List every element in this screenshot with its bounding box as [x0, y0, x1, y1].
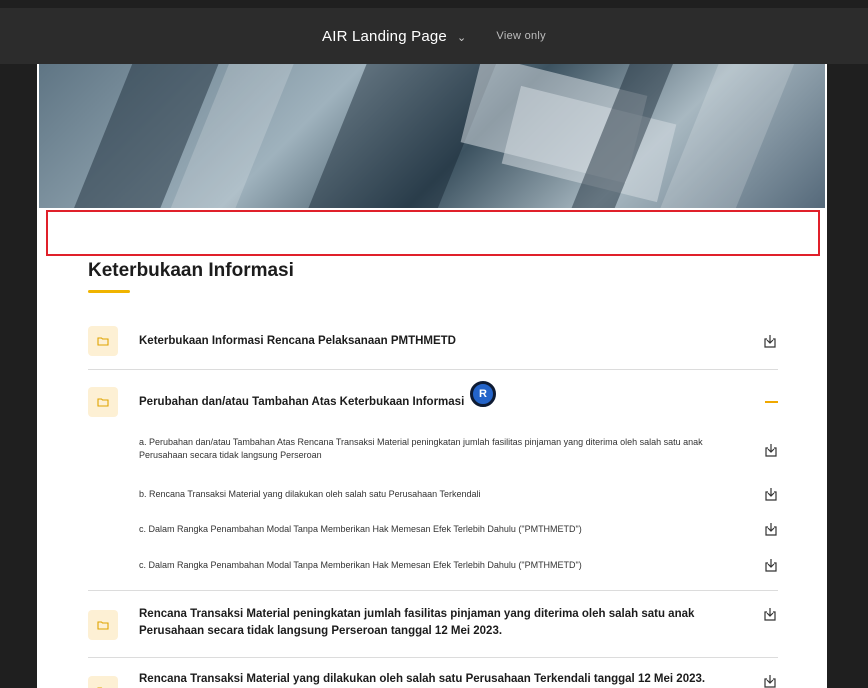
folder-icon: [88, 387, 118, 417]
folder-icon: [88, 676, 118, 688]
sub-item-label: c. Dalam Rangka Penambahan Modal Tanpa M…: [139, 524, 582, 534]
list-item-label: Perubahan dan/atau Tambahan Atas Keterbu…: [139, 396, 465, 408]
folder-icon: [88, 326, 118, 356]
download-icon[interactable]: [762, 606, 778, 622]
document-title-menu[interactable]: AIR Landing Page ⌄: [322, 28, 466, 45]
sub-item-label: b. Rencana Transaksi Material yang dilak…: [139, 489, 481, 499]
download-icon[interactable]: [762, 333, 778, 349]
sub-item-label: a. Perubahan dan/atau Tambahan Atas Renc…: [139, 437, 703, 460]
list-item-label: Rencana Transaksi Material yang dilakuka…: [139, 673, 706, 685]
section-title: Keterbukaan Informasi: [88, 260, 294, 281]
sub-item[interactable]: b. Rencana Transaksi Material yang dilak…: [139, 488, 779, 501]
document-title: AIR Landing Page: [322, 27, 447, 45]
hero-image: [39, 64, 825, 208]
sub-item[interactable]: c. Dalam Rangka Penambahan Modal Tanpa M…: [139, 559, 779, 572]
download-icon[interactable]: [763, 442, 779, 458]
folder-icon: [88, 610, 118, 640]
download-icon[interactable]: [763, 557, 779, 573]
selection-highlight: [46, 210, 820, 256]
divider: [88, 369, 778, 370]
chevron-down-icon[interactable]: ⌄: [457, 31, 466, 44]
list-item-expanded[interactable]: Perubahan dan/atau Tambahan Atas Keterbu…: [88, 387, 778, 417]
collapse-icon[interactable]: [765, 394, 778, 403]
view-mode-label: View only: [496, 30, 546, 42]
top-bar: AIR Landing Page ⌄ View only: [0, 8, 868, 64]
divider: [88, 590, 778, 591]
download-icon[interactable]: [763, 521, 779, 537]
sub-item[interactable]: c. Dalam Rangka Penambahan Modal Tanpa M…: [139, 523, 779, 536]
download-icon[interactable]: [762, 673, 778, 688]
sub-item[interactable]: a. Perubahan dan/atau Tambahan Atas Renc…: [139, 436, 779, 462]
download-icon[interactable]: [763, 486, 779, 502]
collaborator-cursor: R: [470, 381, 496, 407]
list-item-label: Rencana Transaksi Material peningkatan j…: [139, 608, 695, 637]
list-item[interactable]: Keterbukaan Informasi Rencana Pelaksanaa…: [88, 326, 778, 356]
list-item[interactable]: Rencana Transaksi Material peningkatan j…: [88, 606, 778, 640]
list-item-label: Keterbukaan Informasi Rencana Pelaksanaa…: [139, 335, 456, 347]
title-underline: [88, 290, 130, 293]
list-item[interactable]: Rencana Transaksi Material yang dilakuka…: [88, 671, 778, 688]
divider: [88, 657, 778, 658]
page-canvas: Keterbukaan Informasi Keterbukaan Inform…: [37, 64, 827, 688]
sub-item-label: c. Dalam Rangka Penambahan Modal Tanpa M…: [139, 560, 582, 570]
